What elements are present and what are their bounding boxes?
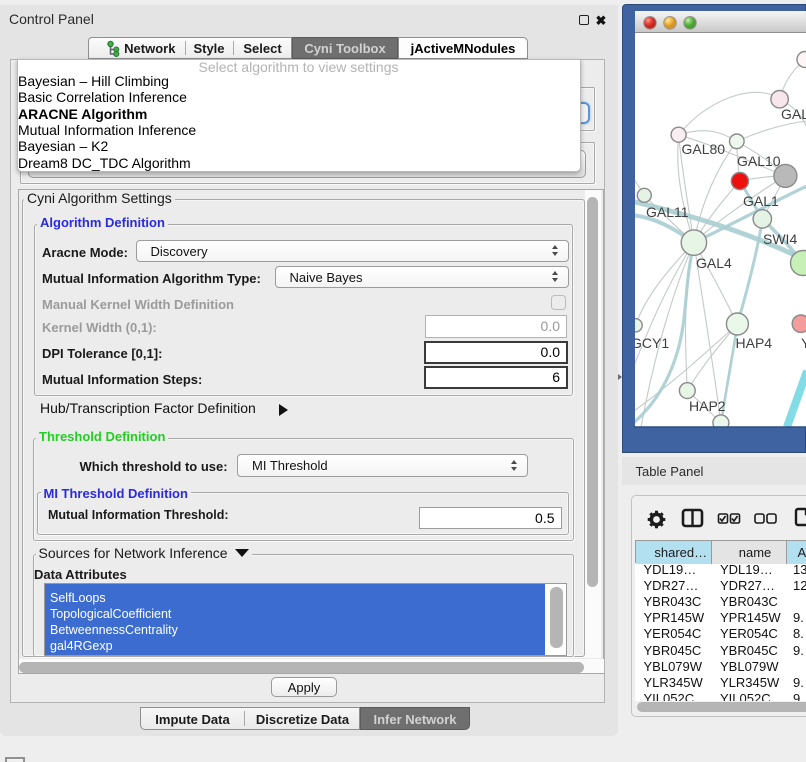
svg-text:GAL80: GAL80 [682,141,726,157]
svg-text:GCY1: GCY1 [635,335,669,351]
svg-text:GAL7: GAL7 [781,106,806,122]
svg-text:GAL10: GAL10 [737,153,781,169]
svg-text:HAP2: HAP2 [689,398,726,414]
svg-text:SWI4: SWI4 [763,231,797,247]
svg-text:HAP4: HAP4 [736,335,773,351]
svg-text:GAL11: GAL11 [646,204,689,220]
svg-text:GAL4: GAL4 [696,255,732,271]
svg-text:GAL1: GAL1 [743,193,779,209]
svg-text:YJ: YJ [801,335,806,351]
